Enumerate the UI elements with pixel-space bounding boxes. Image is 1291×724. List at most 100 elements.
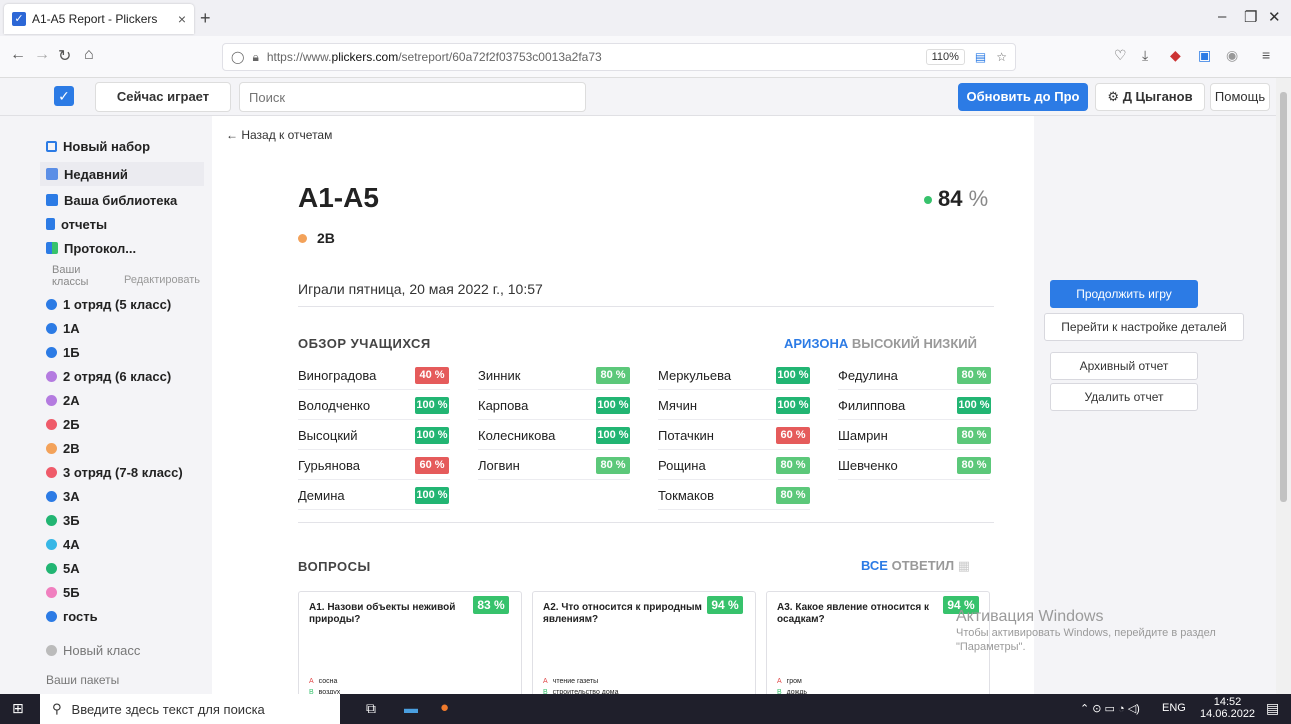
student-score-badge: 100 % (596, 397, 630, 414)
class-name-label: 2В (63, 440, 80, 456)
sidebar-item-your-packs[interactable]: Ваши пакеты (46, 668, 210, 692)
sidebar-item-protocol[interactable]: Протокол... (46, 236, 210, 260)
menu-icon[interactable]: ≡ (1262, 47, 1270, 63)
page-scrollbar[interactable] (1276, 78, 1291, 694)
sidebar-item-recent[interactable]: Недавний (40, 162, 204, 186)
pocket-icon[interactable]: ♡ (1114, 47, 1127, 64)
sidebar-class-item[interactable]: 2Б (46, 412, 210, 436)
sidebar-class-item[interactable]: 1Б (46, 340, 210, 364)
class-tag[interactable]: 2В (298, 230, 335, 246)
sort-low-tab[interactable]: НИЗКИЙ (923, 336, 977, 351)
class-color-dot-icon (46, 490, 57, 502)
class-dot-icon (298, 233, 307, 243)
row-divider (298, 389, 450, 390)
student-name[interactable]: Высоцкий (298, 428, 358, 443)
task-view-icon[interactable]: ⧉ (366, 700, 376, 717)
row-divider (478, 419, 630, 420)
user-menu-button[interactable]: ⚙ Д Цыганов (1095, 83, 1205, 111)
archive-report-button[interactable]: Архивный отчет (1050, 352, 1198, 380)
student-name[interactable]: Филиппова (838, 398, 905, 413)
back-to-reports-link[interactable]: ← Назад к отчетам (226, 128, 332, 142)
minimize-icon[interactable]: – (1218, 8, 1226, 25)
bookmark-star-icon[interactable]: ☆ (996, 50, 1007, 64)
questions-answered-tab[interactable]: ОТВЕТИЛ (892, 558, 955, 573)
student-name[interactable]: Потачкин (658, 428, 714, 443)
sidebar-class-item[interactable]: 2В (46, 436, 210, 460)
student-name[interactable]: Логвин (478, 458, 520, 473)
search-input[interactable] (239, 82, 586, 112)
student-name[interactable]: Рощина (658, 458, 706, 473)
student-name[interactable]: Федулина (838, 368, 898, 383)
windows-start-icon[interactable]: ⊞ (12, 700, 24, 717)
file-explorer-icon[interactable]: ▬ (404, 700, 418, 716)
continue-game-button[interactable]: Продолжить игру (1050, 280, 1198, 308)
extension-icon[interactable]: ◆ (1170, 47, 1181, 64)
student-name[interactable]: Токмаков (658, 488, 714, 503)
sidebar-item-reports[interactable]: отчеты (46, 212, 210, 236)
sidebar-class-item[interactable]: 3А (46, 484, 210, 508)
now-playing-button[interactable]: Сейчас играет (95, 82, 231, 112)
plickers-logo-icon[interactable]: ✓ (54, 86, 74, 106)
close-tab-icon[interactable]: × (178, 11, 186, 27)
sidebar-class-item[interactable]: 1А (46, 316, 210, 340)
student-name[interactable]: Меркульева (658, 368, 731, 383)
help-button[interactable]: Помощь (1210, 83, 1270, 111)
translate-extension-icon[interactable]: ▣ (1198, 47, 1211, 64)
sidebar-class-item[interactable]: 5Б (46, 580, 210, 604)
zoom-indicator[interactable]: 110% (925, 49, 965, 65)
sidebar-class-item[interactable]: 2А (46, 388, 210, 412)
clock[interactable]: 14:52 14.06.2022 (1200, 696, 1255, 720)
edit-classes-link[interactable]: Редактировать (124, 274, 200, 286)
upgrade-button[interactable]: Обновить до Про (958, 83, 1088, 111)
student-name[interactable]: Карпова (478, 398, 528, 413)
url-bar[interactable]: ◯ 🔒︎ https://www. plickers.com/setreport/… (222, 43, 1016, 71)
answer-letter: A (543, 678, 548, 685)
sidebar-item-new-class[interactable]: Новый класс (46, 638, 210, 662)
sidebar-class-item[interactable]: 4А (46, 532, 210, 556)
questions-all-tab[interactable]: ВСЕ (861, 558, 888, 573)
student-name[interactable]: Демина (298, 488, 345, 503)
translate-icon[interactable]: ▤ (975, 50, 986, 64)
go-to-details-button[interactable]: Перейти к настройке деталей (1044, 313, 1244, 341)
sidebar-item-library[interactable]: Ваша библиотека (46, 188, 210, 212)
sidebar-item-new-set[interactable]: Новый набор (46, 134, 210, 158)
restore-icon[interactable]: ❐ (1244, 8, 1257, 26)
sidebar-class-item[interactable]: 1 отряд (5 класс) (46, 292, 210, 316)
student-sort-filters: АРИЗОНА ВЫСОКИЙ НИЗКИЙ (784, 336, 977, 351)
class-name: 2В (317, 230, 335, 246)
grid-view-icon[interactable]: ▦ (958, 558, 970, 573)
sort-az-tab[interactable]: АРИЗОНА (784, 336, 848, 351)
back-arrow-icon[interactable]: ← (10, 46, 26, 64)
student-name[interactable]: Шевченко (838, 458, 898, 473)
new-tab-icon[interactable]: + (200, 8, 211, 29)
sidebar-class-item[interactable]: 5А (46, 556, 210, 580)
sidebar-class-item[interactable]: 3Б (46, 508, 210, 532)
sort-high-tab[interactable]: ВЫСОКИЙ (852, 336, 920, 351)
taskbar-search[interactable]: ⚲ Введите здесь текст для поиска (40, 694, 340, 724)
sidebar-class-item[interactable]: 2 отряд (6 класс) (46, 364, 210, 388)
student-name[interactable]: Мячин (658, 398, 697, 413)
student-name[interactable]: Володченко (298, 398, 370, 413)
scrollbar-thumb[interactable] (1280, 92, 1287, 502)
sidebar-class-item[interactable]: гость (46, 604, 210, 628)
notification-icon[interactable]: ▤ (1266, 700, 1279, 717)
question-card[interactable]: А1. Назови объекты неживой природы? 83 % A… (298, 591, 522, 694)
sidebar-class-item[interactable]: 3 отряд (7-8 класс) (46, 460, 210, 484)
tray-icons[interactable]: ⌃ ⊙ ▭ ◔ ◁) (1080, 702, 1140, 715)
forward-arrow-icon[interactable]: → (34, 46, 50, 64)
extension-2-icon[interactable]: ◉ (1226, 47, 1238, 64)
language-indicator[interactable]: ENG (1162, 702, 1186, 714)
reload-icon[interactable]: ↻ (58, 46, 71, 66)
browser-tab[interactable]: ✓ A1-A5 Report - Plickers × (4, 4, 194, 34)
close-window-icon[interactable]: ✕ (1268, 8, 1281, 26)
delete-report-button[interactable]: Удалить отчет (1050, 383, 1198, 411)
student-name[interactable]: Шамрин (838, 428, 888, 443)
student-name[interactable]: Зинник (478, 368, 520, 383)
home-icon[interactable]: ⌂ (84, 46, 94, 64)
question-card[interactable]: А2. Что относится к природным явлениям? 9… (532, 591, 756, 694)
student-name[interactable]: Виноградова (298, 368, 376, 383)
student-name[interactable]: Гурьянова (298, 458, 360, 473)
download-icon[interactable]: ⤓ (1142, 47, 1148, 64)
student-name[interactable]: Колесникова (478, 428, 555, 443)
firefox-icon[interactable]: ● (440, 699, 449, 716)
